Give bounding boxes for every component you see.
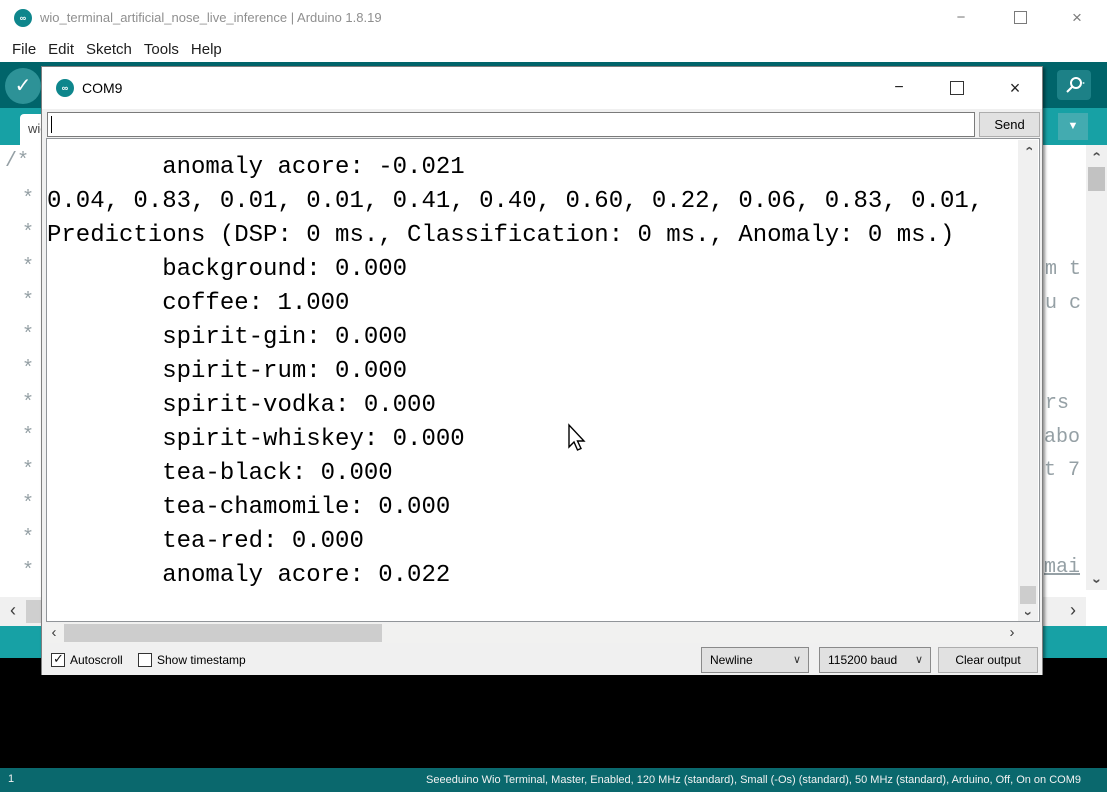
maximize-icon — [950, 81, 964, 95]
minimize-button[interactable]: − — [948, 6, 974, 30]
statusbar: 1 Seeeduino Wio Terminal, Master, Enable… — [0, 768, 1107, 792]
serial-output-line: tea-red: 0.000 — [47, 525, 999, 559]
serial-output-line: background: 0.000 — [47, 253, 999, 287]
serial-output-line: tea-chamomile: 0.000 — [47, 491, 999, 525]
serial-output-area[interactable]: anomaly acore: -0.0210.04, 0.83, 0.01, 0… — [46, 138, 1040, 622]
serial-output-line: spirit-vodka: 0.000 — [47, 389, 999, 423]
close-button[interactable]: × — [1064, 6, 1090, 30]
menu-item[interactable]: File — [6, 41, 42, 58]
serial-monitor-button[interactable] — [1057, 70, 1091, 100]
menu-item[interactable]: Sketch — [80, 41, 138, 58]
editor-vertical-scrollbar[interactable]: › › — [1086, 145, 1107, 590]
serial-output: anomaly acore: -0.0210.04, 0.83, 0.01, 0… — [47, 151, 999, 593]
show-timestamp-label: Show timestamp — [157, 653, 246, 667]
clear-output-button[interactable]: Clear output — [938, 647, 1038, 673]
checkbox-tick-icon: ✓ — [53, 651, 64, 667]
code-comment-mark: * — [22, 527, 34, 550]
code-comment-mark: * — [22, 222, 34, 245]
code-comment-fragment: rs — [1045, 392, 1069, 415]
serial-output-line: spirit-whiskey: 0.000 — [47, 423, 999, 457]
menu-item[interactable]: Edit — [42, 41, 80, 58]
scroll-left-icon[interactable]: ‹ — [46, 623, 62, 643]
serial-output-line: coffee: 1.000 — [47, 287, 999, 321]
scroll-right-icon[interactable]: › — [1062, 597, 1084, 626]
serial-hscroll-thumb[interactable] — [64, 624, 382, 642]
menu-item[interactable]: Help — [185, 41, 228, 58]
code-comment-mark: * — [22, 392, 34, 415]
code-comment-mark: * — [22, 256, 34, 279]
code-comment-fragment: mai — [1044, 556, 1080, 579]
chevron-down-icon: ∨ — [793, 653, 801, 666]
chevron-down-icon: ∨ — [915, 653, 923, 666]
main-titlebar: ∞ wio_terminal_artificial_nose_live_infe… — [0, 0, 1107, 36]
code-comment-fragment: t 7 — [1044, 459, 1080, 482]
code-comment-mark: /* — [5, 150, 29, 173]
code-comment-mark: * — [22, 493, 34, 516]
serial-horizontal-scrollbar[interactable]: ‹ › — [46, 623, 1020, 643]
serial-output-line: tea-black: 0.000 — [47, 457, 999, 491]
serial-send-input[interactable] — [47, 112, 975, 137]
maximize-icon — [1014, 11, 1027, 24]
code-comment-mark: * — [22, 358, 34, 381]
serial-vertical-scrollbar[interactable]: › › — [1018, 140, 1038, 622]
code-comment-mark: * — [22, 560, 34, 583]
arduino-logo-icon: ∞ — [56, 79, 74, 97]
serial-minimize-button[interactable]: − — [888, 77, 910, 99]
serial-output-line: 0.04, 0.83, 0.01, 0.01, 0.41, 0.40, 0.60… — [47, 185, 999, 219]
serial-output-line: anomaly acore: -0.021 — [47, 151, 999, 185]
line-ending-select[interactable]: Newline ∨ — [701, 647, 809, 673]
maximize-button[interactable] — [1007, 10, 1033, 34]
serial-output-line: anomaly acore: 0.022 — [47, 559, 999, 593]
scroll-down-icon[interactable]: › — [1086, 572, 1107, 590]
code-comment-mark: * — [22, 290, 34, 313]
menu-item[interactable]: Tools — [138, 41, 185, 58]
tab-dropdown-button[interactable]: ▼ — [1058, 113, 1088, 140]
scroll-up-icon[interactable]: › — [1018, 140, 1038, 157]
code-comment-mark: * — [22, 188, 34, 211]
editor-vscroll-thumb[interactable] — [1088, 167, 1105, 191]
mouse-cursor — [565, 423, 589, 455]
scroll-right-icon[interactable]: › — [1004, 623, 1020, 643]
serial-maximize-button[interactable] — [946, 81, 968, 103]
code-comment-mark: * — [22, 324, 34, 347]
line-ending-value: Newline — [710, 653, 753, 667]
code-comment-mark: * — [22, 459, 34, 482]
serial-close-button[interactable]: × — [1004, 77, 1026, 99]
code-comment-fragment: u c — [1045, 292, 1081, 315]
serial-output-line: spirit-gin: 0.000 — [47, 321, 999, 355]
text-caret — [51, 116, 52, 133]
statusbar-board-info: Seeeduino Wio Terminal, Master, Enabled,… — [426, 774, 1081, 786]
send-button[interactable]: Send — [979, 112, 1040, 137]
serial-monitor-window: ∞ COM9 − × Send anomaly acore: -0.0210.0… — [41, 66, 1043, 675]
arduino-ide-window: ∞ wio_terminal_artificial_nose_live_infe… — [0, 0, 1107, 792]
scroll-left-icon[interactable]: ‹ — [2, 597, 24, 626]
autoscroll-checkbox[interactable]: ✓ — [51, 653, 65, 667]
show-timestamp-checkbox[interactable] — [138, 653, 152, 667]
code-comment-fragment: abo — [1044, 426, 1080, 449]
menubar: FileEditSketchToolsHelp — [0, 36, 1107, 62]
scroll-up-icon[interactable]: › — [1086, 145, 1107, 163]
code-comment-mark: * — [22, 425, 34, 448]
serial-titlebar[interactable]: ∞ COM9 − × — [42, 67, 1042, 109]
serial-bottom-bar: ✓ Autoscroll Show timestamp Newline ∨ 11… — [42, 643, 1042, 675]
verify-button[interactable]: ✓ — [5, 68, 41, 104]
serial-vscroll-thumb[interactable] — [1020, 586, 1036, 604]
window-title: wio_terminal_artificial_nose_live_infere… — [40, 10, 382, 25]
code-comment-fragment: m t — [1045, 258, 1081, 281]
autoscroll-label: Autoscroll — [70, 653, 123, 667]
serial-output-line: Predictions (DSP: 0 ms., Classification:… — [47, 219, 999, 253]
baud-rate-select[interactable]: 115200 baud ∨ — [819, 647, 931, 673]
magnifier-icon — [1063, 75, 1085, 95]
scroll-down-icon[interactable]: › — [1018, 605, 1038, 622]
statusbar-line-number: 1 — [8, 773, 14, 785]
arduino-logo-icon: ∞ — [14, 9, 32, 27]
serial-window-title: COM9 — [82, 80, 122, 96]
baud-rate-value: 115200 baud — [828, 653, 897, 667]
serial-output-line: spirit-rum: 0.000 — [47, 355, 999, 389]
